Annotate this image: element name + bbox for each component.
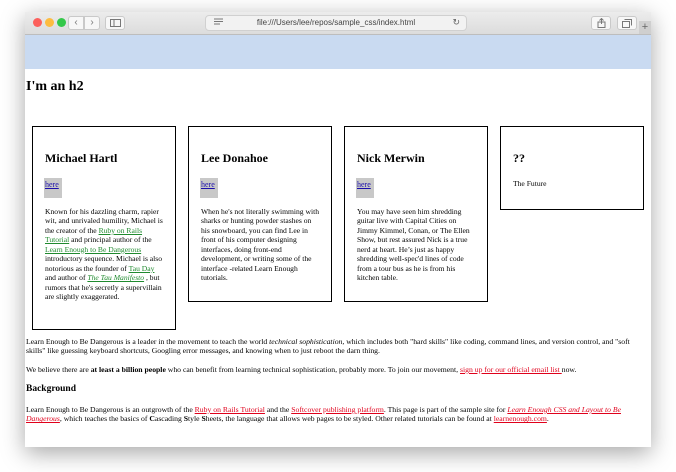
believe-text: now.: [561, 365, 577, 374]
card-name: Lee Donahoe: [201, 151, 268, 165]
forward-button[interactable]: ›: [84, 16, 100, 30]
card-here-link[interactable]: here: [356, 178, 374, 198]
tabs-icon: [622, 18, 632, 28]
card-name: ??: [513, 151, 525, 165]
email-list-link[interactable]: sign up for our official email list: [460, 365, 562, 374]
card-here-link[interactable]: here: [44, 178, 62, 198]
background-paragraph: Learn Enough to Be Dangerous is an outgr…: [26, 405, 650, 424]
sidebar-icon: [109, 19, 121, 27]
bio-text: and principal author of the: [69, 235, 152, 245]
intro-paragraph: Learn Enough to Be Dangerous is a leader…: [26, 337, 650, 356]
page-heading: I'm an h2: [26, 79, 84, 94]
background-heading: Background: [26, 384, 76, 394]
background-text: .: [546, 414, 549, 424]
address-bar[interactable]: file:///Users/lee/repos/sample_css/index…: [205, 15, 467, 31]
reload-icon[interactable]: ↻: [452, 17, 460, 28]
page-banner: [25, 35, 651, 69]
tau-day-link[interactable]: Tau Day: [129, 264, 155, 273]
rails-tutorial-link[interactable]: Ruby on Rails Tutorial: [195, 405, 265, 414]
browser-window: ‹ › file:///Users/lee/repos/sample_css/i…: [25, 12, 651, 447]
back-icon: ‹: [74, 17, 78, 28]
minimize-window-button[interactable]: [45, 18, 54, 27]
bio-card-michael: Michael Hartl here Known for his dazzlin…: [32, 126, 176, 330]
share-icon: [597, 18, 605, 28]
card-bio: You may have seen him shredding guitar l…: [357, 207, 470, 283]
url-text: file:///Users/lee/repos/sample_css/index…: [256, 18, 416, 27]
background-text: , which teaches the basics of: [59, 414, 150, 424]
close-window-button[interactable]: [33, 18, 42, 27]
share-button[interactable]: [591, 16, 611, 30]
forward-icon: ›: [90, 17, 94, 28]
bio-card-nick: Nick Merwin here You may have seen him s…: [344, 126, 488, 302]
background-text: Learn Enough to Be Dangerous is an outgr…: [26, 405, 195, 414]
believe-text: We believe there are: [26, 365, 91, 374]
learn-enough-link[interactable]: Learn Enough to Be Dangerous: [45, 245, 141, 254]
browser-toolbar: ‹ › file:///Users/lee/repos/sample_css/i…: [25, 12, 651, 35]
card-here-link[interactable]: here: [200, 178, 218, 198]
card-name: Nick Merwin: [357, 151, 425, 165]
background-text: ascading: [154, 414, 184, 424]
believe-text: who can benefit from learning technical …: [165, 365, 461, 374]
tab-overview-button[interactable]: [617, 16, 637, 30]
plus-icon: +: [641, 21, 649, 33]
learnenough-com-link[interactable]: learnenough.com: [494, 414, 547, 423]
back-button[interactable]: ‹: [68, 16, 84, 30]
sidebar-toggle-button[interactable]: [105, 16, 125, 30]
bio-card-lee: Lee Donahoe here When he's not literally…: [188, 126, 332, 302]
future-text: The Future: [513, 179, 547, 188]
future-card: ?? The Future: [500, 126, 644, 210]
tau-manifesto-link[interactable]: The Tau Manifesto: [87, 273, 144, 282]
intro-text: Learn Enough to Be Dangerous is a leader…: [26, 337, 270, 346]
believe-strong: at least a billion people: [90, 365, 166, 374]
bio-text: and author of: [45, 273, 88, 283]
new-tab-button[interactable]: +: [639, 21, 651, 34]
believe-paragraph: We believe there are at least a billion …: [26, 365, 650, 374]
card-name: Michael Hartl: [45, 151, 118, 165]
background-text: heets, the language that allows web page…: [205, 414, 494, 424]
card-bio: When he's not literally swimming with sh…: [201, 207, 319, 283]
background-text: . This page is part of the sample site f…: [383, 405, 508, 414]
background-text: tyle: [188, 414, 202, 424]
card-bio: Known for his dazzling charm, rapier wit…: [45, 207, 163, 302]
softcover-link[interactable]: Softcover publishing platform: [291, 405, 384, 414]
intro-emphasis: technical sophistication: [269, 337, 343, 346]
maximize-window-button[interactable]: [57, 18, 66, 27]
background-text: and the: [264, 405, 292, 414]
